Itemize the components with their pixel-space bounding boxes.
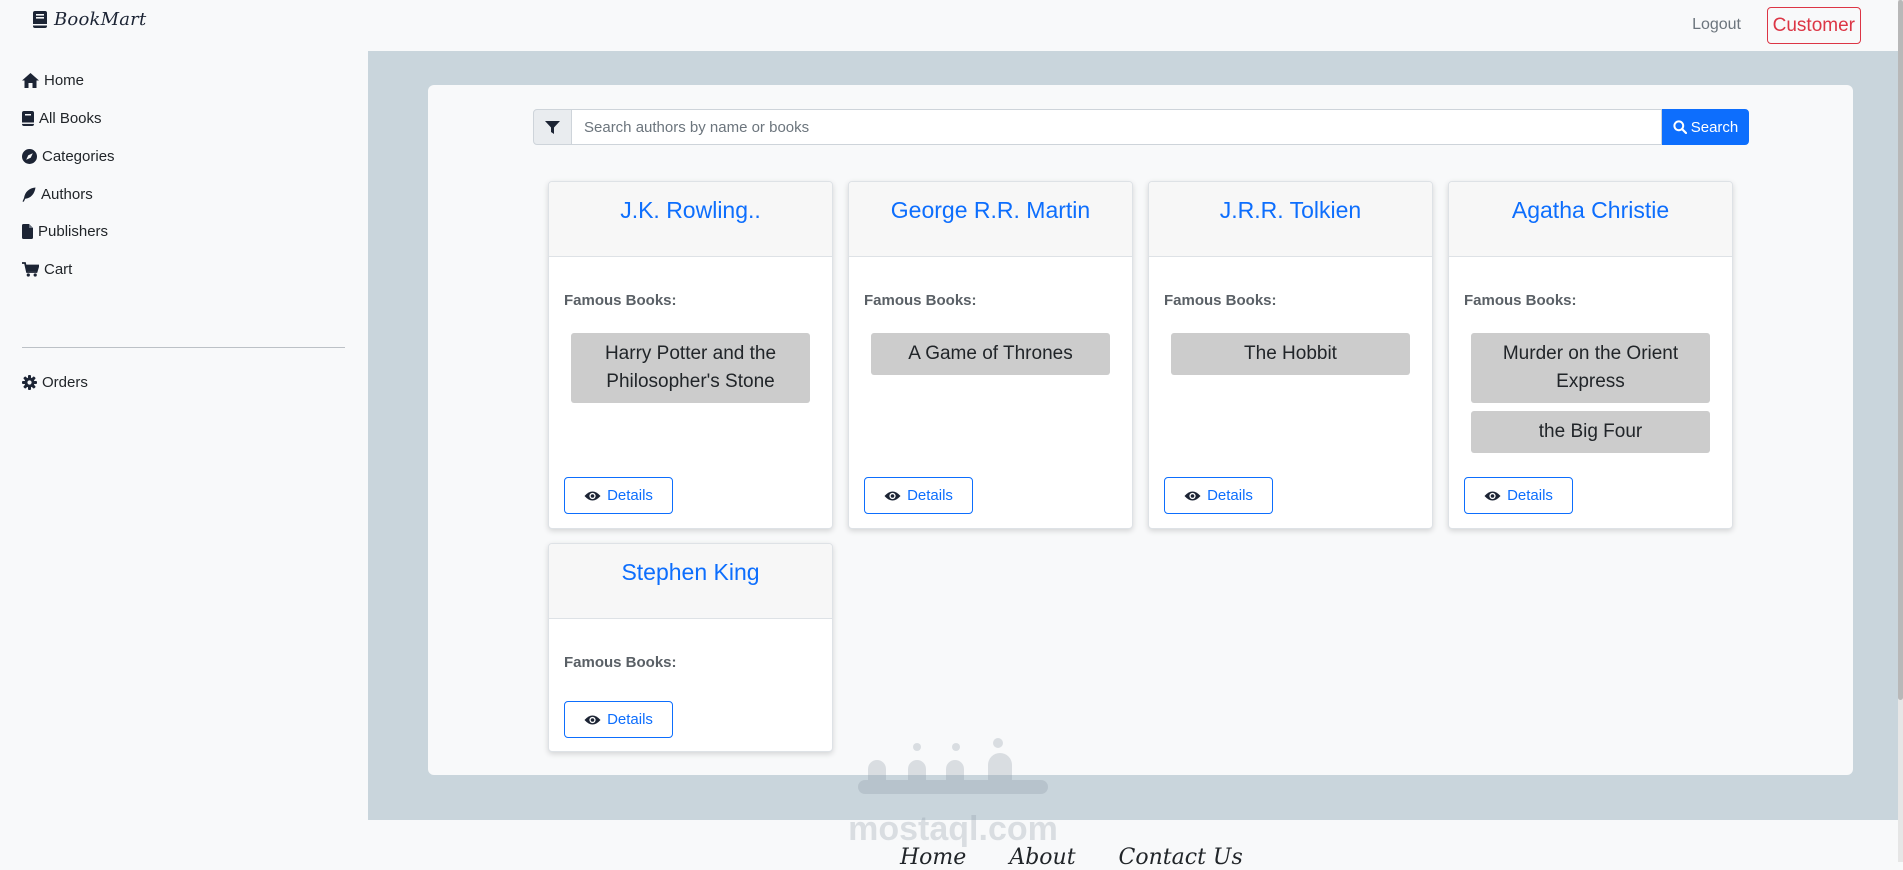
filter-button[interactable] <box>533 109 572 145</box>
compass-icon <box>22 149 37 164</box>
sidebar-item-label: Authors <box>41 186 93 203</box>
author-name[interactable]: J.K. Rowling.. <box>620 197 761 223</box>
book-chip: the Big Four <box>1471 411 1710 453</box>
famous-books-label: Famous Books: <box>564 654 677 671</box>
search-icon <box>1673 120 1687 134</box>
famous-books-label: Famous Books: <box>864 292 977 309</box>
details-label: Details <box>607 487 653 504</box>
footer-link-about[interactable]: About <box>1009 845 1075 870</box>
author-name[interactable]: J.R.R. Tolkien <box>1220 197 1361 223</box>
scrollbar-thumb[interactable] <box>1898 0 1903 700</box>
sidebar-item-label: Home <box>44 72 85 89</box>
card-header: J.K. Rowling.. <box>549 182 832 257</box>
customer-role-button[interactable]: Customer <box>1766 7 1861 44</box>
author-name[interactable]: George R.R. Martin <box>891 197 1090 223</box>
card-header: George R.R. Martin <box>849 182 1132 257</box>
gear-icon <box>22 375 37 390</box>
book-icon <box>33 11 47 28</box>
footer-links: Home About Contact Us <box>900 845 1243 870</box>
file-icon <box>22 224 33 239</box>
sidebar: Home All Books Categories Authors Publis… <box>0 51 368 862</box>
feather-icon <box>22 187 36 202</box>
top-navbar: BookMart Logout Customer <box>0 0 1903 51</box>
author-card: George R.R. Martin Famous Books: A Game … <box>848 181 1133 529</box>
author-card: Stephen King Famous Books: Details <box>548 543 833 752</box>
card-header: J.R.R. Tolkien <box>1149 182 1432 257</box>
sidebar-item-label: Publishers <box>38 223 109 240</box>
sidebar-item-orders[interactable]: Orders <box>22 374 88 391</box>
details-button[interactable]: Details <box>1164 477 1273 514</box>
details-label: Details <box>1507 487 1553 504</box>
page-scrollbar[interactable] <box>1898 0 1903 862</box>
author-name[interactable]: Stephen King <box>621 559 759 585</box>
book-chip: Harry Potter and the Philosopher's Stone <box>571 333 810 403</box>
footer-link-contact[interactable]: Contact Us <box>1119 845 1243 870</box>
sidebar-item-authors[interactable]: Authors <box>22 186 93 203</box>
sidebar-divider <box>22 347 345 348</box>
main-content: Search J.K. Rowling.. Famous Books: Harr… <box>368 51 1903 820</box>
details-button[interactable]: Details <box>1464 477 1573 514</box>
eye-icon <box>584 715 601 724</box>
card-header: Stephen King <box>549 544 832 619</box>
home-icon <box>22 73 39 88</box>
eye-icon <box>1184 491 1201 500</box>
book-chip: A Game of Thrones <box>871 333 1110 375</box>
sidebar-item-cart[interactable]: Cart <box>22 261 72 278</box>
author-card: J.R.R. Tolkien Famous Books: The Hobbit … <box>1148 181 1433 529</box>
sidebar-item-label: Categories <box>42 148 115 165</box>
filter-icon <box>545 120 560 134</box>
details-button[interactable]: Details <box>564 477 673 514</box>
famous-books-label: Famous Books: <box>1464 292 1577 309</box>
book-chip: Murder on the Orient Express <box>1471 333 1710 403</box>
book-list: Harry Potter and the Philosopher's Stone <box>571 333 810 411</box>
sidebar-item-categories[interactable]: Categories <box>22 148 115 165</box>
sidebar-item-publishers[interactable]: Publishers <box>22 223 108 240</box>
card-header: Agatha Christie <box>1449 182 1732 257</box>
logout-link[interactable]: Logout <box>1692 16 1741 34</box>
eye-icon <box>584 491 601 500</box>
sidebar-item-all-books[interactable]: All Books <box>22 110 102 127</box>
brand-name: BookMart <box>54 9 147 30</box>
book-icon <box>22 111 34 126</box>
details-button[interactable]: Details <box>564 701 673 738</box>
famous-books-label: Famous Books: <box>1164 292 1277 309</box>
book-list: The Hobbit <box>1171 333 1410 383</box>
sidebar-item-label: Cart <box>44 261 73 278</box>
book-chip: The Hobbit <box>1171 333 1410 375</box>
author-card: Agatha Christie Famous Books: Murder on … <box>1448 181 1733 529</box>
sidebar-item-label: Orders <box>42 374 88 391</box>
cart-icon <box>22 262 39 277</box>
eye-icon <box>884 491 901 500</box>
details-label: Details <box>1207 487 1253 504</box>
search-button[interactable]: Search <box>1662 109 1749 145</box>
footer-link-home[interactable]: Home <box>900 845 966 870</box>
details-button[interactable]: Details <box>864 477 973 514</box>
details-label: Details <box>607 711 653 728</box>
sidebar-item-home[interactable]: Home <box>22 72 84 89</box>
brand-logo[interactable]: BookMart <box>33 9 146 30</box>
authors-panel: Search J.K. Rowling.. Famous Books: Harr… <box>428 85 1853 775</box>
author-card: J.K. Rowling.. Famous Books: Harry Potte… <box>548 181 833 529</box>
search-button-label: Search <box>1690 118 1739 136</box>
famous-books-label: Famous Books: <box>564 292 677 309</box>
book-list: Murder on the Orient Express the Big Fou… <box>1471 333 1710 461</box>
author-name[interactable]: Agatha Christie <box>1512 197 1669 223</box>
eye-icon <box>1484 491 1501 500</box>
search-input[interactable] <box>572 109 1662 145</box>
sidebar-item-label: All Books <box>39 110 102 127</box>
details-label: Details <box>907 487 953 504</box>
search-bar: Search <box>533 109 1749 145</box>
book-list: A Game of Thrones <box>871 333 1110 383</box>
